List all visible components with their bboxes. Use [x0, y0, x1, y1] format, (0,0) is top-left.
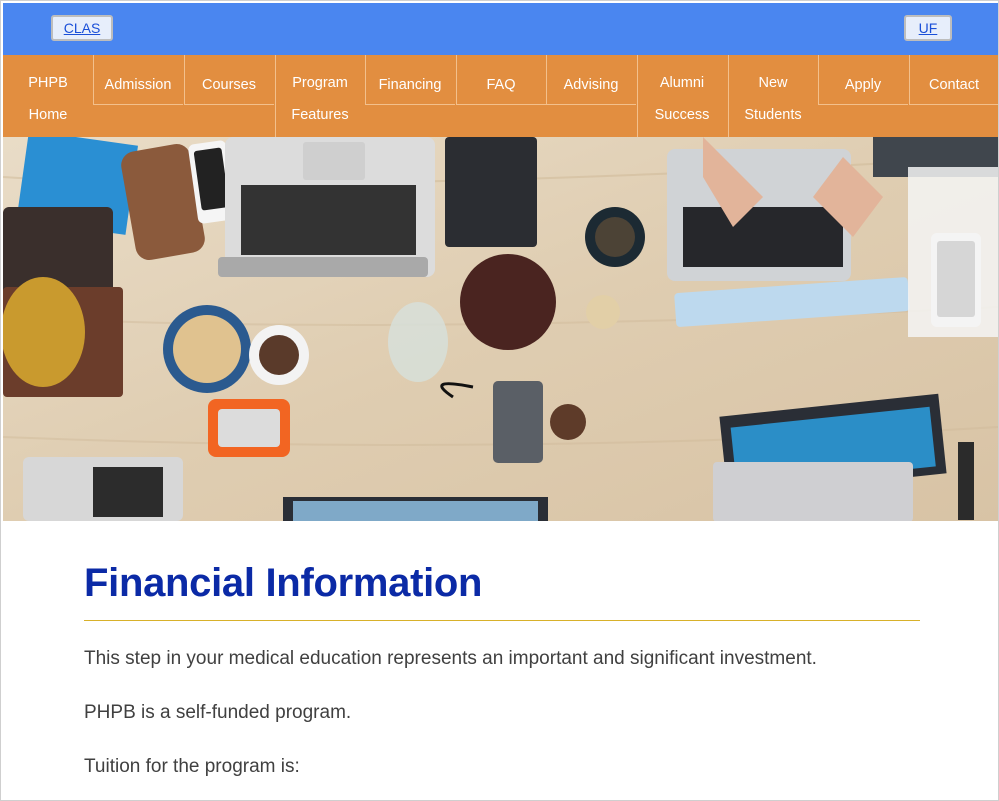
- nav-apply[interactable]: Apply: [818, 55, 908, 137]
- nav-label: Contact: [929, 77, 979, 93]
- top-bar: CLAS UF: [3, 3, 998, 55]
- hero-image: [3, 137, 998, 521]
- page-frame: CLAS UF PHPB Home Admission Courses Prog…: [0, 0, 999, 801]
- uf-link[interactable]: UF: [904, 15, 952, 41]
- paragraph: This step in your medical education repr…: [84, 648, 817, 669]
- nav-program-features[interactable]: Program Features: [275, 55, 365, 137]
- nav-label: Admission: [104, 77, 172, 93]
- main-navigation: PHPB Home Admission Courses Program Feat…: [3, 55, 998, 137]
- clas-link[interactable]: CLAS: [51, 15, 113, 41]
- nav-label: FAQ: [486, 77, 516, 93]
- nav-new-students[interactable]: New Students: [728, 55, 818, 137]
- nav-label: PHPB Home: [28, 75, 68, 123]
- main-content: Financial Information This step in your …: [84, 521, 920, 779]
- nav-contact[interactable]: Contact: [909, 55, 998, 137]
- nav-alumni-success[interactable]: Alumni Success: [637, 55, 727, 137]
- title-divider: [84, 620, 920, 621]
- nav-financing[interactable]: Financing: [365, 55, 455, 137]
- desk-with-laptops-photo-icon: [3, 137, 998, 521]
- nav-label: Courses: [202, 77, 256, 93]
- paragraph: Tuition for the program is:: [84, 756, 300, 777]
- nav-label: Advising: [563, 77, 619, 93]
- nav-label: Program Features: [291, 75, 349, 123]
- nav-admission[interactable]: Admission: [93, 55, 183, 137]
- nav-advising[interactable]: Advising: [546, 55, 636, 137]
- paragraph: PHPB is a self-funded program.: [84, 702, 352, 723]
- nav-phpb-home[interactable]: PHPB Home: [3, 55, 93, 137]
- nav-label: Alumni Success: [654, 75, 710, 123]
- nav-label: New Students: [744, 75, 802, 123]
- nav-label: Apply: [844, 77, 882, 93]
- nav-courses[interactable]: Courses: [184, 55, 274, 137]
- nav-faq[interactable]: FAQ: [456, 55, 546, 137]
- page-title: Financial Information: [84, 561, 483, 605]
- nav-label: Financing: [378, 77, 442, 93]
